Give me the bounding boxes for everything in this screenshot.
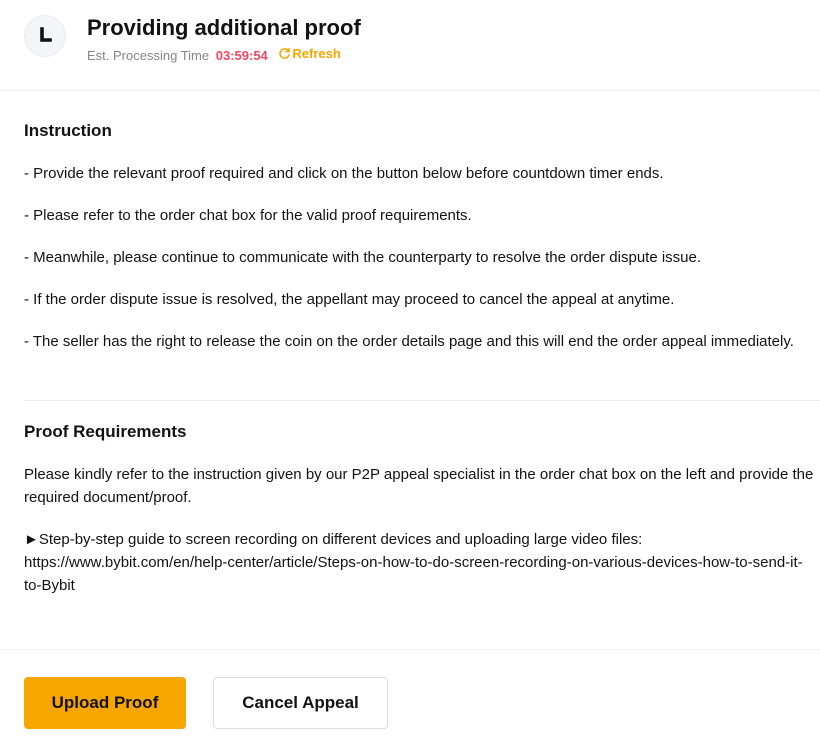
processing-label: Est. Processing Time xyxy=(87,48,210,63)
refresh-label: Refresh xyxy=(292,46,341,61)
instruction-item: - Please refer to the order chat box for… xyxy=(24,207,472,224)
instruction-item: - Provide the relevant proof required an… xyxy=(24,165,664,182)
proof-requirements-title: Proof Requirements xyxy=(24,422,187,441)
upload-proof-button[interactable]: Upload Proof xyxy=(24,677,186,729)
instruction-item: - If the order dispute issue is resolved… xyxy=(24,291,675,308)
instruction-title: Instruction xyxy=(24,121,112,140)
refresh-icon xyxy=(279,47,291,59)
proof-requirements-section: Proof Requirements Please kindly refer t… xyxy=(24,421,814,616)
header: Providing additional proof Est. Processi… xyxy=(0,0,820,91)
guide-link[interactable]: https://www.bybit.com/en/help-center/art… xyxy=(24,554,803,594)
clock-icon xyxy=(24,15,66,57)
instruction-item: - The seller has the right to release th… xyxy=(24,333,794,350)
footer-divider xyxy=(0,649,820,650)
instruction-section: Instruction - Provide the relevant proof… xyxy=(24,120,814,372)
guide-label: ►Step-by-step guide to screen recording … xyxy=(24,531,643,548)
instruction-item: - Meanwhile, please continue to communic… xyxy=(24,249,702,266)
cancel-appeal-button[interactable]: Cancel Appeal xyxy=(213,677,388,729)
page-title: Providing additional proof xyxy=(87,15,361,40)
guide-block: ►Step-by-step guide to screen recording … xyxy=(24,528,814,597)
refresh-button[interactable]: Refresh xyxy=(278,45,341,62)
countdown-timer: 03:59:54 xyxy=(215,48,268,63)
processing-time: Est. Processing Time 03:59:54 Refresh xyxy=(87,45,341,64)
section-divider xyxy=(24,400,820,401)
proof-requirements-text: Please kindly refer to the instruction g… xyxy=(24,466,814,506)
